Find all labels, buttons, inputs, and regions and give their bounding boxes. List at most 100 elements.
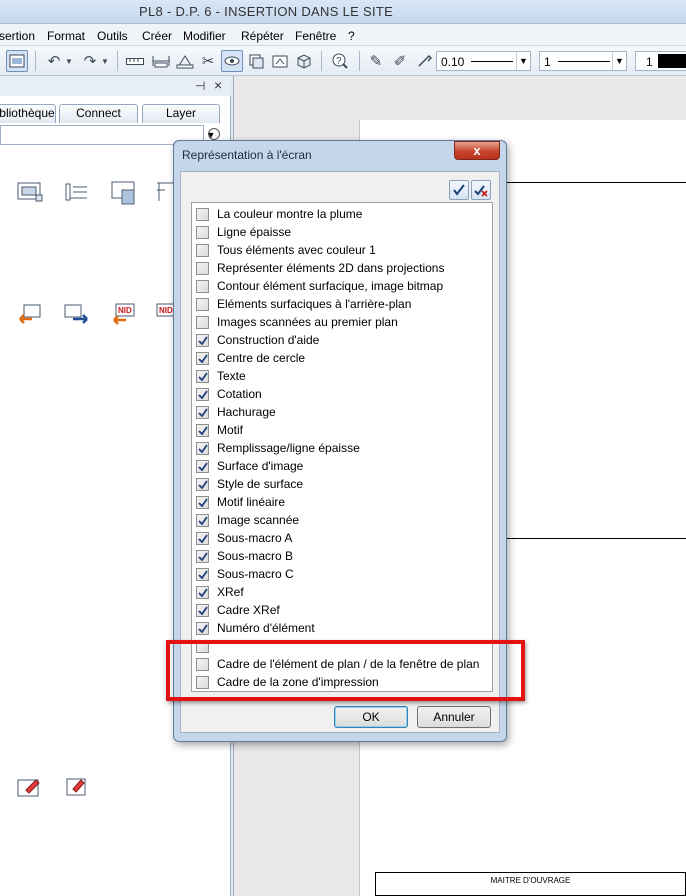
checkbox-unchecked[interactable] — [196, 226, 209, 239]
option-row[interactable]: Hachurage — [192, 403, 492, 421]
checkbox-unchecked[interactable] — [196, 316, 209, 329]
menu-format[interactable]: Format — [47, 29, 85, 43]
color-select[interactable]: 1 — [635, 51, 686, 71]
checkbox-unchecked[interactable] — [196, 298, 209, 311]
option-row[interactable]: Remplissage/ligne épaisse — [192, 439, 492, 457]
chevron-down-icon[interactable]: ▼ — [612, 52, 626, 70]
checkbox-checked[interactable] — [196, 352, 209, 365]
checkbox-checked[interactable] — [196, 532, 209, 545]
pen-settings-icon[interactable]: ✎ — [365, 50, 387, 72]
checkbox-unchecked[interactable] — [196, 244, 209, 257]
menu-outils[interactable]: Outils — [97, 29, 128, 43]
checkbox-checked[interactable] — [196, 388, 209, 401]
plan-legend-icon[interactable] — [110, 178, 138, 206]
undo-icon[interactable]: ↶ — [43, 50, 65, 72]
option-row[interactable]: Images scannées au premier plan — [192, 313, 492, 331]
checkbox-checked[interactable] — [196, 442, 209, 455]
checkbox-checked[interactable] — [196, 478, 209, 491]
checkbox-checked[interactable] — [196, 514, 209, 527]
option-row[interactable]: Sous-macro C — [192, 565, 492, 583]
checkbox-checked[interactable] — [196, 568, 209, 581]
plot-icon[interactable] — [269, 50, 291, 72]
menu-repeter[interactable]: Répéter — [241, 29, 284, 43]
window-icon[interactable] — [6, 50, 28, 72]
tab-connect[interactable]: Connect — [59, 104, 138, 123]
menu-fenetre[interactable]: Fenêtre — [295, 29, 336, 43]
option-row[interactable]: Eléments surfaciques à l'arrière-plan — [192, 295, 492, 313]
checkbox-unchecked[interactable] — [196, 280, 209, 293]
option-label: Construction d'aide — [217, 333, 320, 347]
edit-document-icon[interactable] — [63, 774, 91, 802]
display-options-list[interactable]: La couleur montre la plume Ligne épaisse T… — [191, 202, 493, 692]
chevron-down-icon[interactable]: ▼ — [516, 52, 530, 70]
option-row[interactable]: Représenter éléments 2D dans projections — [192, 259, 492, 277]
checkbox-checked[interactable] — [196, 622, 209, 635]
menu-modifier[interactable]: Modifier — [183, 29, 226, 43]
checkbox-checked[interactable] — [196, 460, 209, 473]
check-all-button[interactable] — [449, 180, 469, 200]
option-row[interactable]: Numéro d'élément — [192, 619, 492, 637]
line-type-select[interactable]: 1 ▼ — [539, 51, 627, 71]
option-row[interactable]: Centre de cercle — [192, 349, 492, 367]
menu-help[interactable]: ? — [348, 29, 355, 43]
checkbox-checked[interactable] — [196, 550, 209, 563]
checkbox-checked[interactable] — [196, 586, 209, 599]
tab-layer[interactable]: Layer — [142, 104, 220, 123]
plan-header-icon[interactable] — [63, 178, 91, 206]
option-row[interactable]: La couleur montre la plume — [192, 205, 492, 223]
checkbox-checked[interactable] — [196, 424, 209, 437]
checkbox-checked[interactable] — [196, 496, 209, 509]
option-row[interactable]: Contour élément surfacique, image bitmap — [192, 277, 492, 295]
checkbox-checked[interactable] — [196, 334, 209, 347]
checkbox-checked[interactable] — [196, 604, 209, 617]
option-label: Motif — [217, 423, 244, 437]
redo-icon[interactable]: ↷ — [79, 50, 101, 72]
uncheck-all-button[interactable] — [471, 180, 491, 200]
option-row[interactable]: Style de surface — [192, 475, 492, 493]
layer-icon[interactable] — [245, 50, 267, 72]
ok-button[interactable]: OK — [334, 706, 408, 728]
option-row[interactable]: Tous éléments avec couleur 1 — [192, 241, 492, 259]
help-icon[interactable]: ? — [329, 50, 351, 72]
menu-creer[interactable]: Créer — [142, 29, 172, 43]
format-brush-icon[interactable]: ✐ — [389, 50, 411, 72]
undo-dropdown-icon[interactable]: ▼ — [63, 50, 75, 72]
option-row[interactable]: Motif — [192, 421, 492, 439]
tools-icon[interactable]: ✂ — [197, 50, 219, 72]
measure-icon[interactable] — [174, 50, 196, 72]
cancel-button[interactable]: Annuler — [417, 706, 491, 728]
insert-plan-icon[interactable] — [16, 301, 44, 329]
search-icon[interactable] — [208, 128, 220, 140]
insert-nid-icon[interactable]: NID — [110, 301, 138, 329]
3d-box-icon[interactable] — [293, 50, 315, 72]
plan-frame-icon[interactable] — [16, 178, 44, 206]
option-row[interactable]: Cadre XRef — [192, 601, 492, 619]
option-row[interactable]: Image scannée — [192, 511, 492, 529]
export-plan-icon[interactable] — [63, 301, 91, 329]
option-row[interactable]: Motif linéaire — [192, 493, 492, 511]
menu-insertion[interactable]: sertion — [0, 29, 35, 43]
option-row[interactable]: Sous-macro B — [192, 547, 492, 565]
option-row[interactable]: Cotation — [192, 385, 492, 403]
redo-dropdown-icon[interactable]: ▼ — [99, 50, 111, 72]
checkbox-checked[interactable] — [196, 406, 209, 419]
dimension-icon[interactable] — [150, 50, 172, 72]
checkbox-unchecked[interactable] — [196, 262, 209, 275]
pin-icon[interactable]: ⊣ — [195, 79, 205, 93]
eyedropper-icon[interactable] — [413, 50, 435, 72]
tab-bibliotheque[interactable]: bliothèque — [0, 104, 56, 123]
option-row[interactable]: Texte — [192, 367, 492, 385]
ruler-icon[interactable] — [124, 50, 146, 72]
edit-plan-icon[interactable] — [16, 774, 44, 802]
option-row[interactable]: Ligne épaisse — [192, 223, 492, 241]
close-icon[interactable]: × — [214, 77, 222, 93]
option-row[interactable]: XRef — [192, 583, 492, 601]
option-row[interactable]: Sous-macro A — [192, 529, 492, 547]
dialog-close-button[interactable]: x — [454, 141, 500, 160]
view-eye-icon[interactable] — [221, 50, 243, 72]
option-row[interactable]: Surface d'image — [192, 457, 492, 475]
option-row[interactable]: Construction d'aide — [192, 331, 492, 349]
checkbox-unchecked[interactable] — [196, 208, 209, 221]
checkbox-checked[interactable] — [196, 370, 209, 383]
pen-thickness-select[interactable]: 0.10 ▼ — [436, 51, 531, 71]
